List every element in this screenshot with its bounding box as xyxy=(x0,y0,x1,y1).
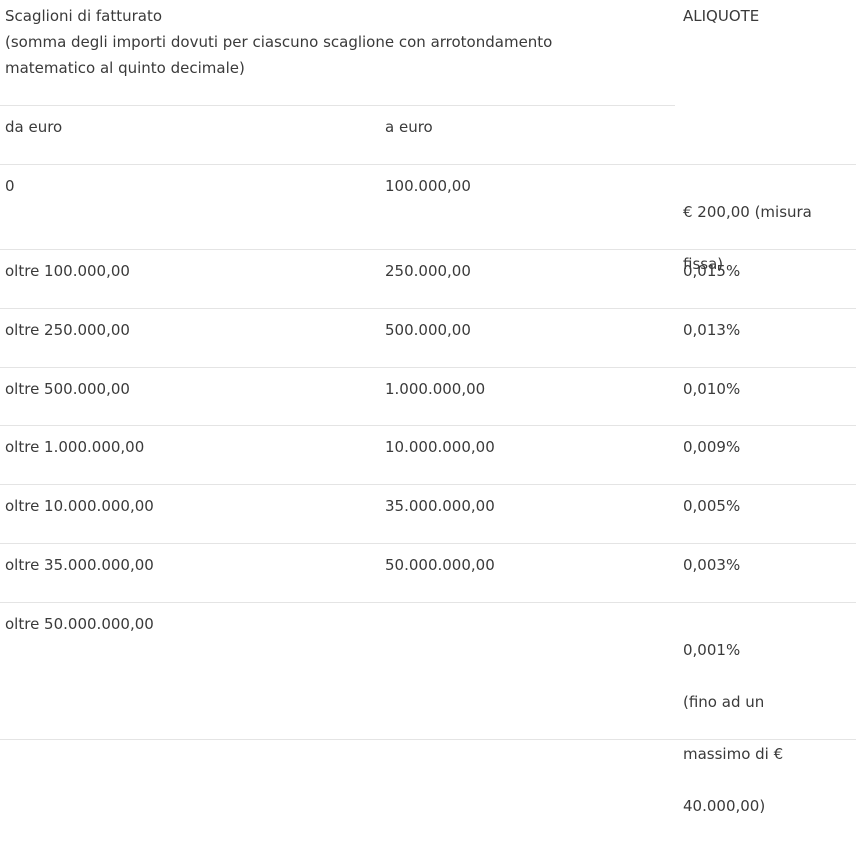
rate-line: 40.000,00) xyxy=(683,797,766,815)
row-from: 0 xyxy=(5,177,15,195)
divider xyxy=(0,425,856,426)
row-from: oltre 100.000,00 xyxy=(5,262,130,280)
row-from: oltre 1.000.000,00 xyxy=(5,438,145,456)
row-rate: 0,010% xyxy=(683,380,741,398)
row-to: 100.000,00 xyxy=(385,177,471,195)
header-title: Scaglioni di fatturato xyxy=(5,7,163,25)
row-from: oltre 35.000.000,00 xyxy=(5,556,154,574)
header-aliquote: ALIQUOTE xyxy=(683,7,760,25)
divider xyxy=(0,105,675,106)
header-note-line2: matematico al quinto decimale) xyxy=(5,59,245,77)
row-to: 10.000.000,00 xyxy=(385,438,495,456)
row-rate: 0,001% (fino ad un massimo di € 40.000,0… xyxy=(683,611,783,845)
divider xyxy=(0,543,856,544)
table-header-group: Scaglioni di fatturato (somma degli impo… xyxy=(5,3,645,81)
row-to: 1.000.000,00 xyxy=(385,380,486,398)
divider xyxy=(0,484,856,485)
rate-line: € 200,00 (misura xyxy=(683,203,812,221)
divider xyxy=(0,367,856,368)
row-rate: 0,003% xyxy=(683,556,741,574)
row-rate: 0,015% xyxy=(683,262,741,280)
rate-line: massimo di € xyxy=(683,745,784,763)
row-from: oltre 500.000,00 xyxy=(5,380,130,398)
row-to: 35.000.000,00 xyxy=(385,497,495,515)
row-rate: 0,005% xyxy=(683,497,741,515)
row-to: 500.000,00 xyxy=(385,321,471,339)
row-rate: 0,009% xyxy=(683,438,741,456)
divider xyxy=(0,602,856,603)
divider xyxy=(0,308,856,309)
divider xyxy=(0,164,856,165)
header-note-line1: (somma degli importi dovuti per ciascuno… xyxy=(5,33,553,51)
row-rate: 0,013% xyxy=(683,321,741,339)
row-to: 50.000.000,00 xyxy=(385,556,495,574)
column-header-from: da euro xyxy=(5,118,63,136)
row-to: 250.000,00 xyxy=(385,262,471,280)
row-from: oltre 50.000.000,00 xyxy=(5,615,154,633)
divider xyxy=(0,739,856,740)
column-header-to: a euro xyxy=(385,118,433,136)
row-from: oltre 250.000,00 xyxy=(5,321,130,339)
divider xyxy=(0,249,856,250)
rate-line: 0,001% xyxy=(683,641,741,659)
row-from: oltre 10.000.000,00 xyxy=(5,497,154,515)
rate-line: (fino ad un xyxy=(683,693,765,711)
